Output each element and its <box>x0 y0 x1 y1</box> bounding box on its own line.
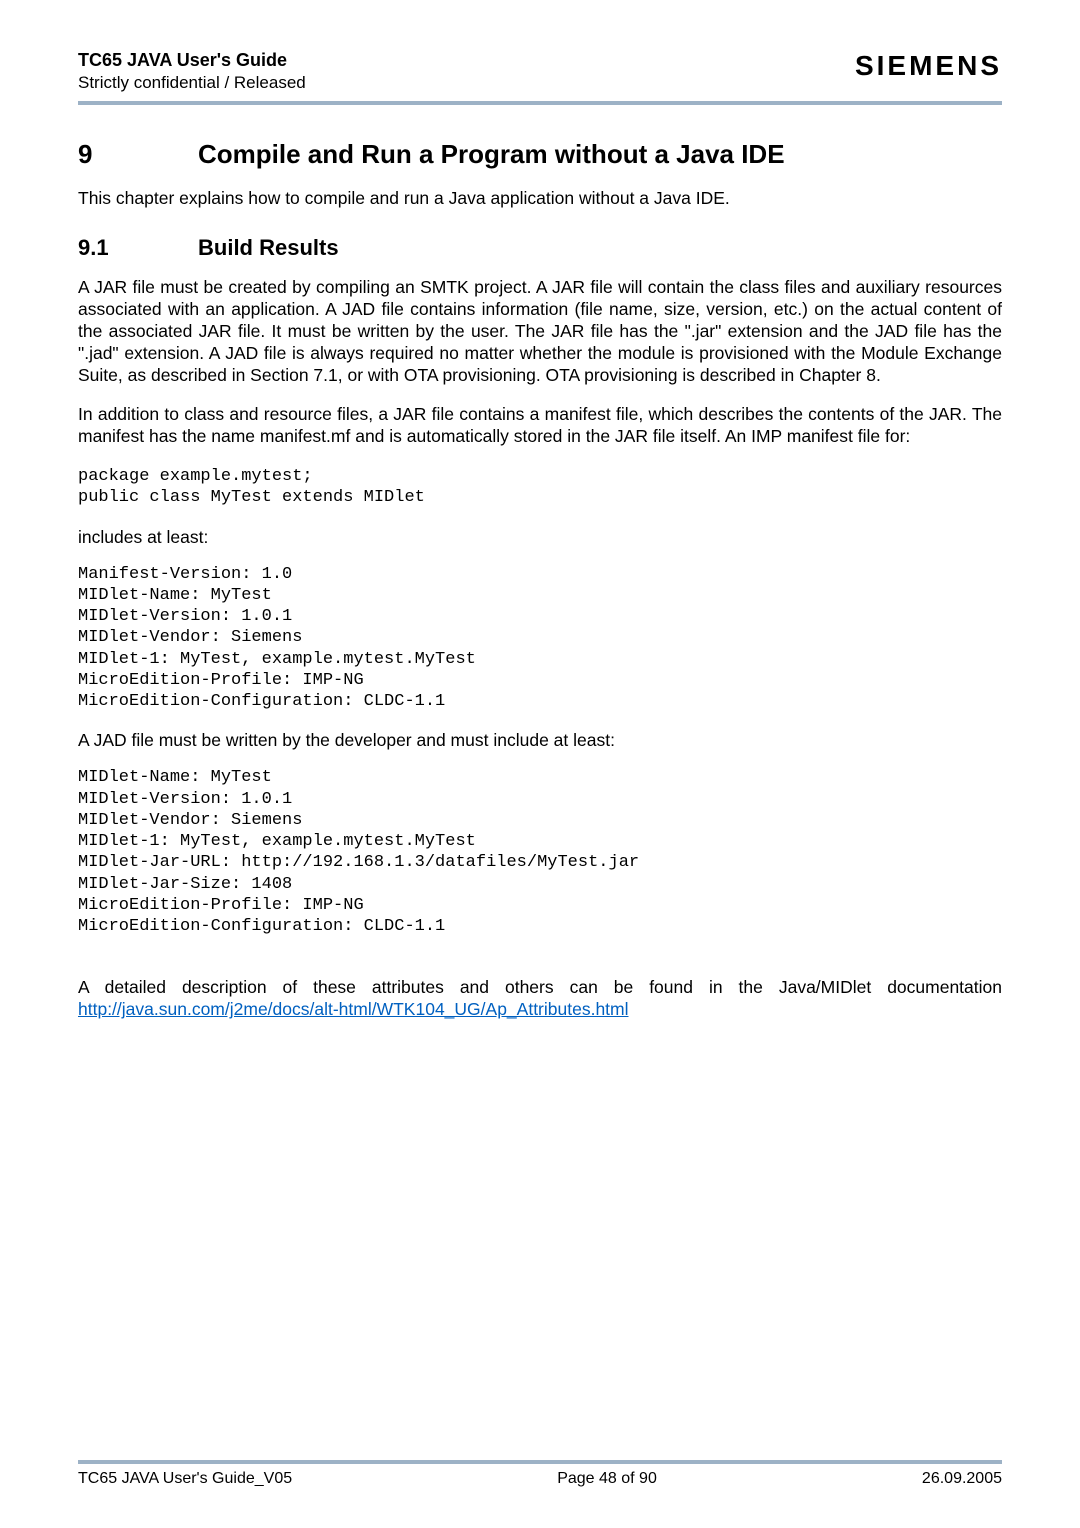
chapter-intro: This chapter explains how to compile and… <box>78 188 1002 209</box>
paragraph-manifest-intro: In addition to class and resource files,… <box>78 404 1002 448</box>
code-block-jad: MIDlet-Name: MyTest MIDlet-Version: 1.0.… <box>78 767 1002 937</box>
section-heading-9: 9Compile and Run a Program without a Jav… <box>78 139 1002 170</box>
header-left: TC65 JAVA User's Guide Strictly confiden… <box>78 50 306 93</box>
page-footer: TC65 JAVA User's Guide_V05 Page 48 of 90… <box>78 1460 1002 1488</box>
section-number: 9 <box>78 139 198 170</box>
subsection-number: 9.1 <box>78 235 198 261</box>
footer-left: TC65 JAVA User's Guide_V05 <box>78 1470 292 1488</box>
code-block-package: package example.mytest; public class MyT… <box>78 466 1002 509</box>
doc-title: TC65 JAVA User's Guide <box>78 50 306 71</box>
documentation-link[interactable]: http://java.sun.com/j2me/docs/alt-html/W… <box>78 999 629 1019</box>
section-title: Compile and Run a Program without a Java… <box>198 139 785 169</box>
header-rule <box>78 101 1002 105</box>
footer-right: 26.09.2005 <box>922 1470 1002 1488</box>
paragraph-includes-at-least: includes at least: <box>78 527 1002 548</box>
paragraph-jad-intro: A JAD file must be written by the develo… <box>78 730 1002 751</box>
brand-logo: SIEMENS <box>855 50 1002 82</box>
page-header: TC65 JAVA User's Guide Strictly confiden… <box>78 50 1002 97</box>
paragraph-attributes-description: A detailed description of these attribut… <box>78 977 1002 1021</box>
code-block-manifest: Manifest-Version: 1.0 MIDlet-Name: MyTes… <box>78 564 1002 713</box>
doc-subtitle: Strictly confidential / Released <box>78 73 306 93</box>
footer-rule <box>78 1460 1002 1464</box>
footer-row: TC65 JAVA User's Guide_V05 Page 48 of 90… <box>78 1470 1002 1488</box>
subsection-heading-9-1: 9.1Build Results <box>78 235 1002 261</box>
page-container: TC65 JAVA User's Guide Strictly confiden… <box>0 0 1080 1528</box>
subsection-title: Build Results <box>198 235 339 260</box>
footer-center: Page 48 of 90 <box>557 1470 657 1488</box>
paragraph-attributes-prefix: A detailed description of these attribut… <box>78 977 1002 997</box>
paragraph-jar-description: A JAR file must be created by compiling … <box>78 277 1002 386</box>
